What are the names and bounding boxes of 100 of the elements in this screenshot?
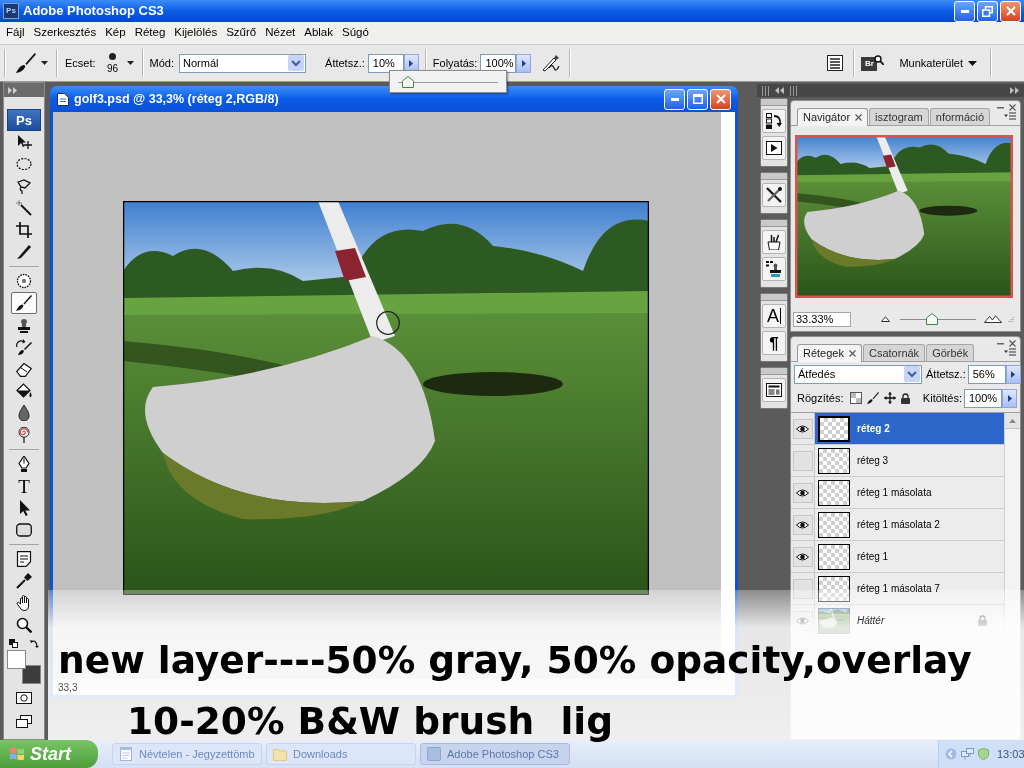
minimize-icon — [670, 97, 679, 101]
group-grip-bar[interactable] — [761, 368, 787, 375]
visibility-toggle[interactable] — [792, 450, 813, 471]
presets-panel-button[interactable] — [762, 183, 786, 207]
opacity-label: Áttetsz.: — [926, 366, 966, 382]
mode-select[interactable]: Normál — [179, 53, 307, 73]
opacity-slider[interactable] — [398, 75, 498, 88]
palette-well-button[interactable] — [827, 55, 844, 71]
lock-pixels-button[interactable] — [867, 392, 880, 404]
maximize-button[interactable] — [687, 88, 708, 110]
tool-preset-picker[interactable] — [16, 53, 48, 73]
menu-item[interactable]: Ablak — [304, 27, 334, 39]
visibility-toggle[interactable] — [792, 418, 813, 439]
actions-panel-button[interactable] — [762, 136, 786, 160]
restore-button[interactable] — [977, 0, 998, 22]
panel-tab[interactable]: Rétegek — [797, 344, 862, 362]
scroll-up-button[interactable] — [1005, 413, 1020, 429]
opacity-field[interactable]: 56% — [967, 364, 1006, 384]
panel-tab[interactable]: isztogram — [869, 108, 929, 125]
blend-mode-select[interactable]: Átfedés — [794, 364, 922, 384]
foreground-color-swatch[interactable] — [7, 650, 26, 669]
menu-item[interactable]: Kép — [105, 27, 126, 39]
character-panel-button[interactable]: A — [762, 304, 786, 328]
slider-thumb[interactable] — [402, 75, 414, 88]
eyedropper-icon — [16, 573, 32, 589]
brush-arrow-icon — [16, 339, 32, 355]
note-icon — [16, 551, 32, 567]
fill-slider-button[interactable] — [1002, 388, 1017, 408]
panel-tab[interactable]: Navigátor — [797, 108, 869, 126]
brushes-panel-button[interactable] — [762, 230, 786, 254]
swap-colors-button[interactable] — [30, 639, 39, 648]
stacked-windows-icon — [16, 715, 32, 728]
panel-tab[interactable]: Csatornák — [863, 344, 926, 361]
lock-transparency-button[interactable] — [850, 392, 863, 404]
visibility-toggle[interactable] — [792, 482, 813, 503]
lock-all-button[interactable] — [901, 392, 911, 404]
blend-mode-value: Átfedés — [798, 366, 836, 382]
workspace-menu[interactable]: Munkaterület — [899, 54, 977, 72]
visibility-toggle[interactable] — [792, 546, 813, 567]
lock-position-button[interactable] — [884, 392, 897, 404]
quick-mask-button[interactable] — [16, 692, 32, 704]
close-button[interactable] — [710, 88, 731, 110]
zoom-out-button[interactable] — [881, 316, 890, 322]
menu-item[interactable]: Réteg — [134, 27, 166, 39]
default-colors-button[interactable] — [9, 639, 18, 648]
screen-mode-button[interactable] — [16, 715, 32, 728]
paragraph-panel-button[interactable]: ¶ — [762, 331, 786, 355]
close-button[interactable] — [1000, 0, 1021, 22]
menu-item[interactable]: Szerkesztés — [33, 27, 97, 39]
zoom-level: 33,3 — [58, 680, 78, 695]
visibility-toggle[interactable] — [792, 610, 813, 631]
flow-slider-button[interactable] — [516, 53, 532, 73]
large-mountain-icon — [984, 315, 1002, 323]
layer-thumbnail — [818, 447, 850, 474]
panel-tab[interactable]: Görbék — [926, 344, 975, 361]
airbrush-button[interactable] — [541, 54, 562, 72]
visibility-toggle[interactable] — [792, 578, 813, 599]
caption-text: 10-20% B&W brush lig — [127, 702, 613, 740]
visibility-toggle[interactable] — [792, 514, 813, 535]
history-panel-button[interactable] — [762, 109, 786, 133]
layer-row[interactable]: réteg 2 — [815, 413, 1004, 444]
panel-tab[interactable]: nformáció — [929, 108, 991, 125]
opacity-field[interactable]: 10% — [367, 53, 404, 73]
fill-field[interactable]: 100% — [964, 388, 1002, 408]
screwdriver-wrench-icon — [766, 187, 782, 203]
menu-item[interactable]: Szűrő — [226, 27, 257, 39]
double-arrow-icon — [8, 86, 17, 94]
background-color-swatch[interactable] — [22, 665, 41, 684]
comps-panel-button[interactable] — [762, 378, 786, 402]
zoom-in-button[interactable] — [984, 315, 1002, 323]
minimize-button[interactable] — [954, 0, 975, 22]
menu-item[interactable]: Kijelölés — [174, 27, 218, 39]
menu-item[interactable]: Súgó — [342, 27, 369, 39]
slider-thumb[interactable] — [925, 313, 938, 325]
shield-icon — [978, 748, 989, 760]
menu-item[interactable]: Fájl — [6, 27, 25, 39]
panel-menu-icon — [1004, 112, 1016, 120]
brush-tool[interactable] — [11, 292, 37, 314]
group-grip-bar[interactable] — [761, 220, 787, 227]
rounded-rect-icon — [16, 522, 32, 538]
photo-thumbnail — [818, 607, 850, 634]
checker-square-icon — [850, 392, 863, 404]
flow-field[interactable]: 100% — [480, 53, 517, 73]
notepad-icon — [119, 747, 133, 761]
group-grip-bar[interactable] — [761, 99, 787, 106]
minimize-button[interactable] — [664, 88, 685, 110]
zoom-field[interactable]: 33.33% — [793, 311, 851, 327]
close-icon — [715, 94, 726, 104]
group-grip-bar[interactable] — [761, 173, 787, 180]
layer-thumbnail — [818, 415, 850, 442]
clone-panel-button[interactable] — [762, 257, 786, 281]
group-grip-bar[interactable] — [761, 294, 787, 301]
double-arrow-icon — [1010, 87, 1019, 94]
layer-name: réteg 3 — [857, 454, 889, 468]
type-tool[interactable]: T — [11, 475, 37, 497]
triangle-right-icon — [1011, 370, 1016, 378]
brush-picker[interactable]: 96 — [104, 52, 134, 74]
zoom-slider[interactable] — [900, 313, 976, 325]
brushes-cup-icon — [766, 234, 782, 250]
menu-item[interactable]: Nézet — [265, 27, 296, 39]
